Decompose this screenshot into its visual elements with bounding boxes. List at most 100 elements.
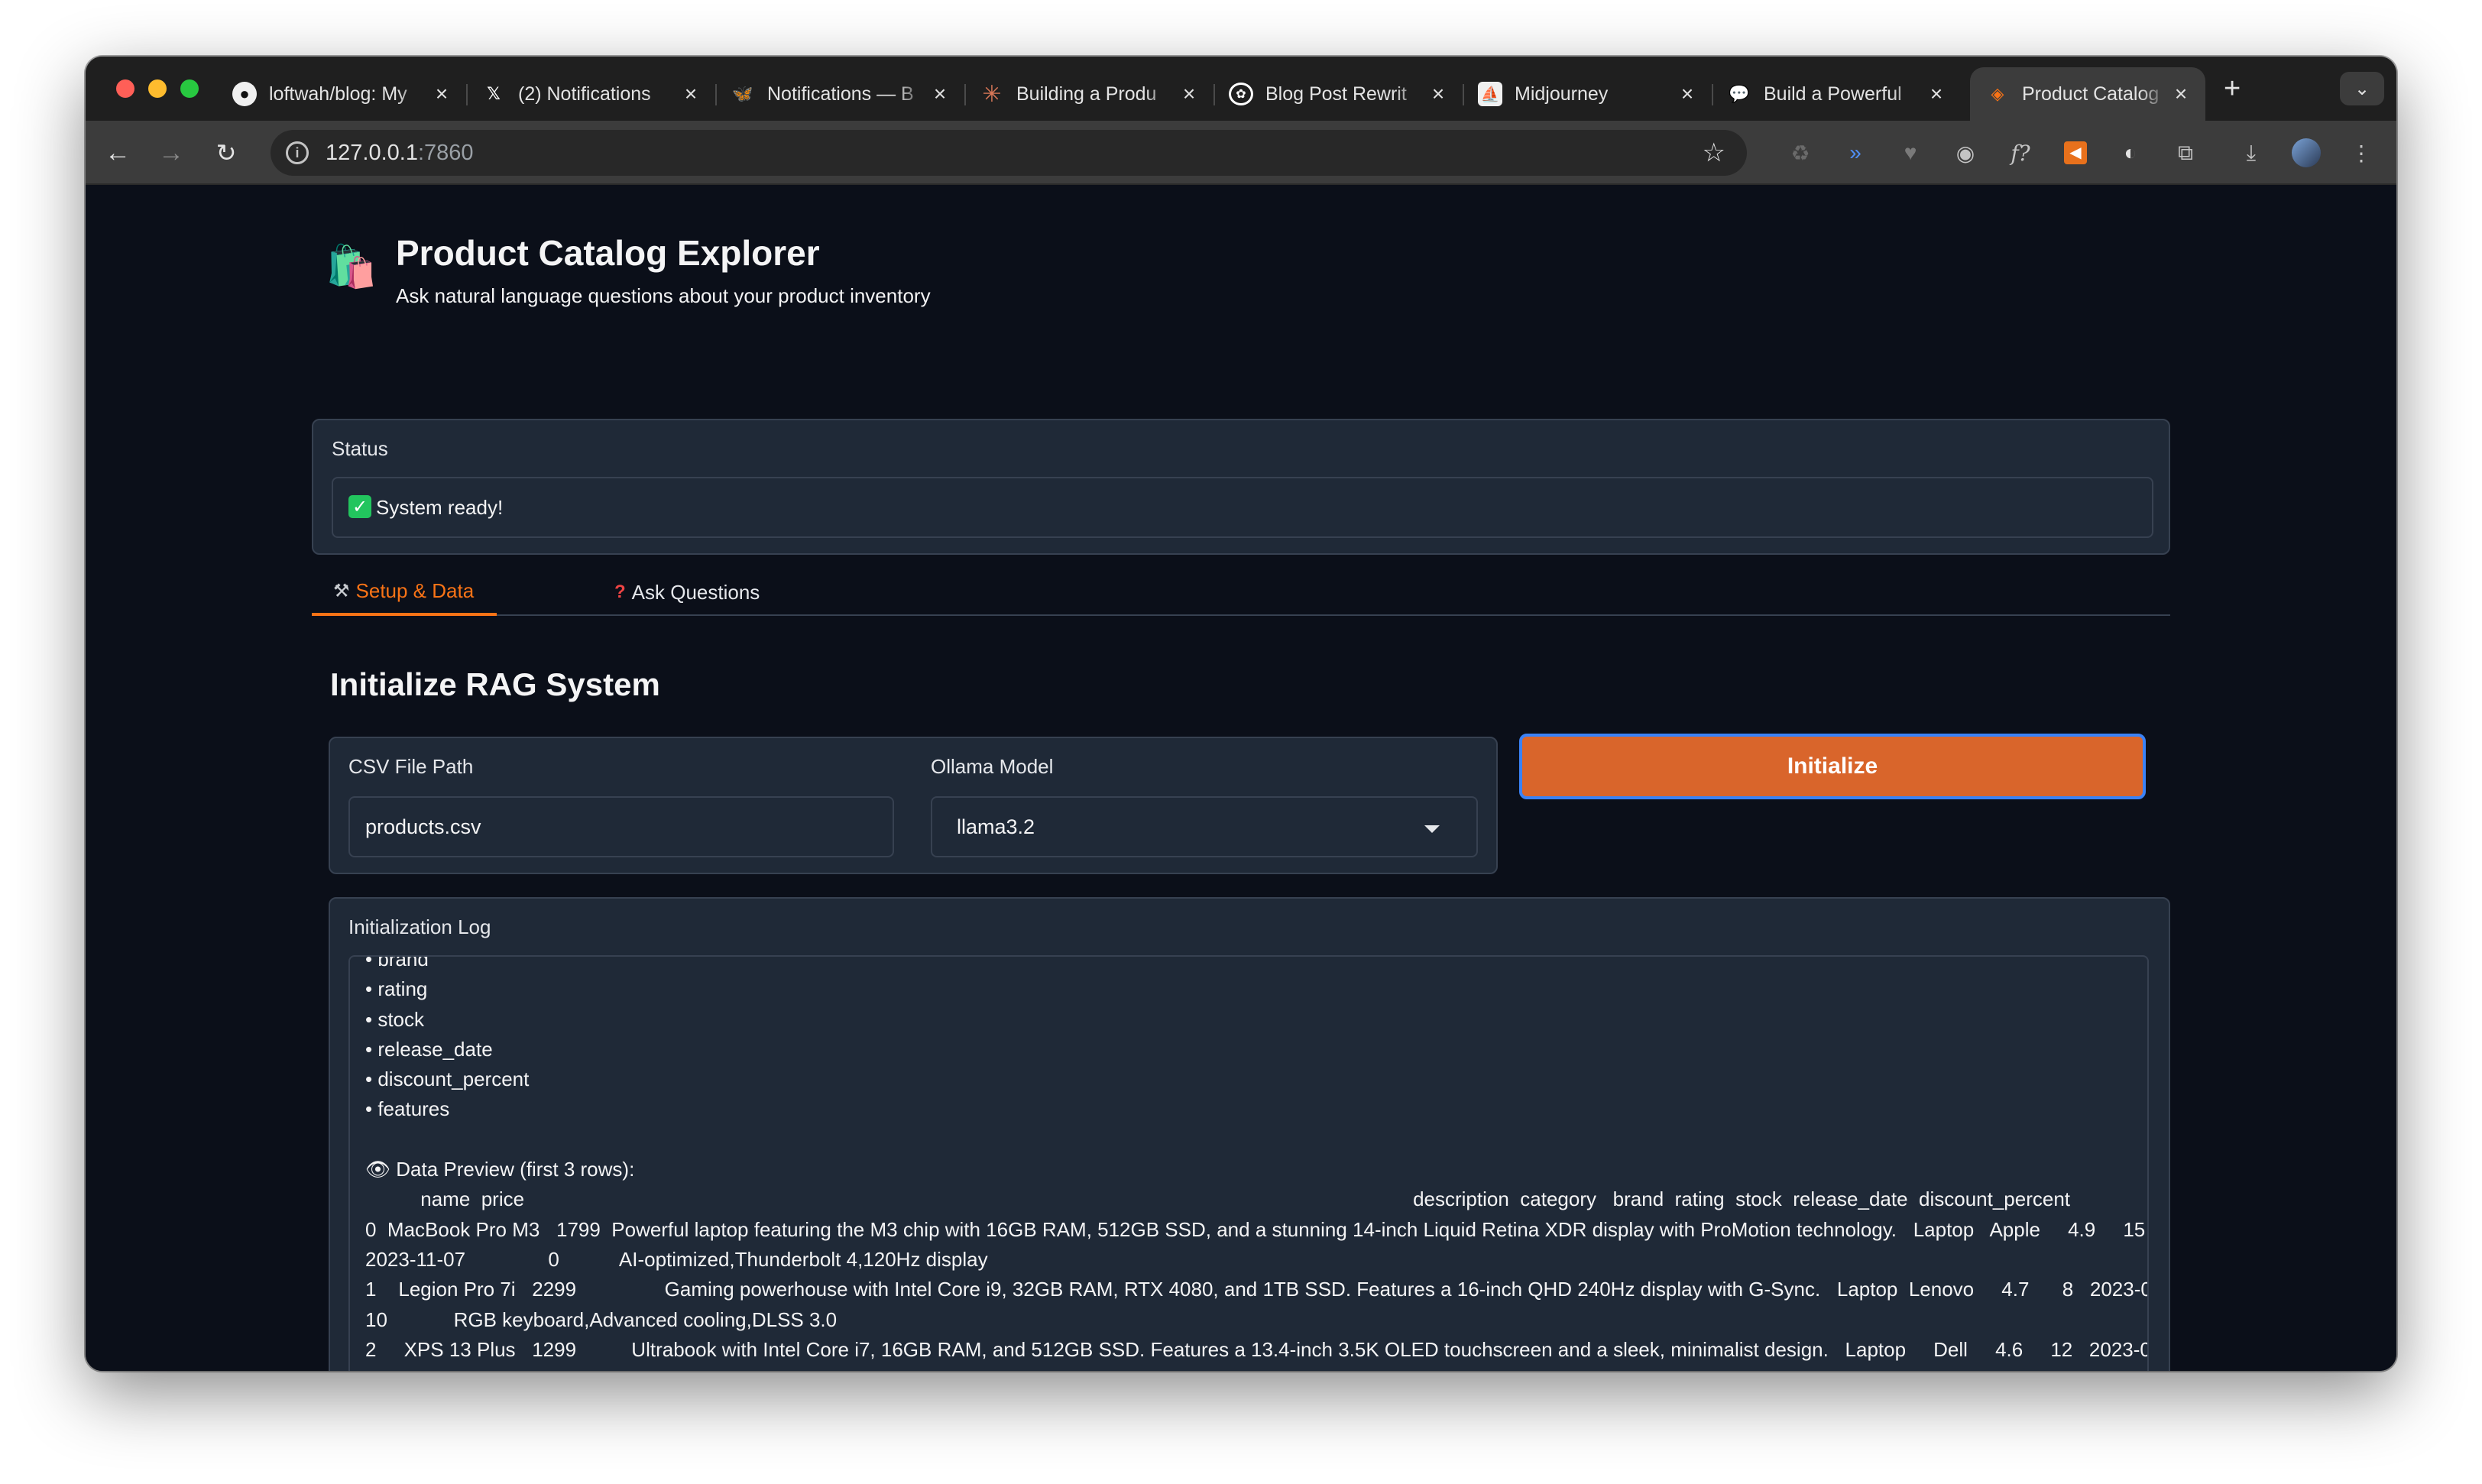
- section-title: Initialize RAG System: [330, 666, 660, 702]
- browser-tab-product-catalog[interactable]: ◈ Product Catalog ×: [1970, 67, 2205, 121]
- close-tab-icon[interactable]: ×: [1177, 82, 1201, 106]
- back-arrow-icon[interactable]: ←: [99, 134, 136, 171]
- check-mark-icon: ✓: [348, 495, 371, 518]
- recycle-extension-icon[interactable]: ♻: [1784, 136, 1817, 170]
- browser-tab-build[interactable]: 💬 Build a Powerful ×: [1712, 67, 1961, 121]
- heart-extension-icon[interactable]: ♥: [1894, 136, 1927, 170]
- shopping-bags-icon: 🛍️: [326, 244, 377, 290]
- bluesky-icon: 🦋: [732, 84, 753, 103]
- forward-arrow-icon[interactable]: →: [153, 134, 190, 171]
- tab-label: Setup & Data: [355, 578, 475, 602]
- close-tab-icon[interactable]: ×: [429, 82, 454, 106]
- page-subtitle: Ask natural language questions about you…: [396, 284, 931, 307]
- model-selected-value: llama3.2: [957, 815, 1035, 838]
- log-line: 0 MacBook Pro M3 1799 Powerful laptop fe…: [365, 1217, 2146, 1241]
- log-label: Initialization Log: [348, 915, 491, 938]
- midjourney-icon: ⛵: [1478, 82, 1502, 106]
- audio-extension-icon[interactable]: »: [1839, 136, 1872, 170]
- close-window-button[interactable]: [116, 79, 134, 98]
- openai-icon: ✿: [1229, 83, 1253, 105]
- initialize-button[interactable]: Initialize: [1519, 734, 2146, 799]
- claude-icon: ✳: [982, 81, 1002, 107]
- csv-path-label: CSV File Path: [348, 755, 474, 778]
- log-line: 5 InfinityEdge display,ExpressCharge,Hap…: [365, 1365, 2135, 1371]
- tab-title: Product Catalog: [2022, 83, 2160, 105]
- reload-icon[interactable]: ↻: [208, 134, 245, 171]
- log-line: 👁 Data Preview (first 3 rows):: [365, 1158, 635, 1181]
- close-tab-icon[interactable]: ×: [1924, 82, 1949, 106]
- close-tab-icon[interactable]: ×: [928, 82, 952, 106]
- status-text: System ready!: [376, 496, 504, 519]
- page-title: Product Catalog Explorer: [396, 233, 820, 273]
- dropdown-caret-icon: [1424, 825, 1440, 833]
- log-content: • brand • rating • stock • release_date • di…: [365, 955, 2149, 1371]
- status-label: Status: [332, 437, 388, 460]
- page-content: 🛍️ Product Catalog Explorer Ask natural …: [86, 186, 2396, 1371]
- model-dropdown[interactable]: llama3.2: [931, 796, 1478, 857]
- gradio-icon: ◈: [1991, 84, 2004, 103]
- browser-tab-openai[interactable]: ✿ Blog Post Rewrit ×: [1213, 67, 1464, 121]
- browser-tab-midjourney[interactable]: ⛵ Midjourney ×: [1463, 67, 1713, 121]
- close-tab-icon[interactable]: ×: [1426, 82, 1450, 106]
- browser-window: ● loftwah/blog: My × 𝕏 (2) Notifications…: [86, 57, 2396, 1371]
- browser-toolbar: ← → ↻ i 127.0.0.1:7860 ☆ ♻ » ♥ ◉ f? ◀ ◐ …: [86, 121, 2396, 185]
- log-line: • release_date: [365, 1037, 493, 1061]
- browser-tab-x[interactable]: 𝕏 (2) Notifications ×: [466, 67, 717, 121]
- close-tab-icon[interactable]: ×: [1675, 82, 1699, 106]
- model-label: Ollama Model: [931, 755, 1054, 778]
- sound-extension-icon[interactable]: ◀: [2059, 136, 2092, 170]
- url-text: 127.0.0.1:7860: [326, 141, 474, 165]
- log-line: • features: [365, 1097, 450, 1121]
- log-line: • rating: [365, 977, 428, 1001]
- tab-ask-questions[interactable]: ? Ask Questions: [614, 569, 760, 616]
- x-icon: 𝕏: [487, 84, 501, 103]
- browser-tab-github[interactable]: ● loftwah/blog: My ×: [217, 67, 468, 121]
- config-form: CSV File Path products.csv Ollama Model …: [329, 737, 1498, 874]
- tab-title: Blog Post Rewrit: [1265, 83, 1407, 105]
- browser-tab-bluesky[interactable]: 🦋 Notifications — B ×: [715, 67, 966, 121]
- log-line: 1 Legion Pro 7i 2299 Gaming powerhouse w…: [365, 1278, 2149, 1301]
- maximize-window-button[interactable]: [180, 79, 199, 98]
- camera-extension-icon[interactable]: ◉: [1949, 136, 1982, 170]
- log-line: • brand: [365, 955, 429, 970]
- status-panel: Status ✓ System ready!: [312, 419, 2170, 555]
- function-extension-icon[interactable]: f?: [2004, 136, 2037, 170]
- new-tab-button[interactable]: +: [2224, 74, 2241, 103]
- site-info-icon[interactable]: i: [286, 141, 309, 164]
- log-line: 2 XPS 13 Plus 1299 Ultrabook with Intel …: [365, 1337, 2149, 1361]
- close-tab-icon[interactable]: ×: [679, 82, 703, 106]
- download-icon[interactable]: ⤓: [2234, 136, 2268, 170]
- tab-title: loftwah/blog: My: [269, 83, 407, 105]
- log-textarea[interactable]: • brand • rating • stock • release_date • di…: [348, 955, 2149, 1371]
- tab-title: Building a Produ: [1016, 83, 1157, 105]
- tab-title: Build a Powerful: [1764, 83, 1902, 105]
- extensions-puzzle-icon[interactable]: ⧉: [2169, 136, 2202, 170]
- question-mark-icon: ?: [614, 582, 626, 602]
- github-icon: ●: [232, 82, 257, 106]
- log-line: • discount_percent: [365, 1068, 530, 1091]
- csv-path-input[interactable]: products.csv: [348, 796, 894, 857]
- address-bar[interactable]: i 127.0.0.1:7860 ☆: [271, 130, 1747, 176]
- bookmark-star-icon[interactable]: ☆: [1703, 138, 1725, 168]
- status-textbox[interactable]: ✓ System ready!: [332, 477, 2153, 538]
- tab-strip: ● loftwah/blog: My × 𝕏 (2) Notifications…: [86, 57, 2396, 121]
- initialization-log-panel: Initialization Log • brand • rating • stoc…: [329, 897, 2170, 1371]
- tab-title: (2) Notifications: [518, 83, 651, 105]
- password-extension-icon[interactable]: ◐: [2114, 136, 2147, 170]
- chat-icon: 💬: [1729, 84, 1750, 103]
- log-line: • stock: [365, 1007, 425, 1031]
- minimize-window-button[interactable]: [148, 79, 167, 98]
- tab-setup-data[interactable]: ⚒ Setup & Data: [312, 569, 497, 616]
- log-line: name price description category brand ra…: [420, 1188, 2071, 1211]
- profile-avatar[interactable]: [2289, 136, 2323, 170]
- tab-title: Notifications — B: [767, 83, 914, 105]
- tab-search-button[interactable]: ⌄: [2340, 72, 2384, 105]
- close-tab-icon[interactable]: ×: [2169, 82, 2193, 106]
- tab-title: Midjourney: [1515, 83, 1609, 105]
- browser-menu-icon[interactable]: ⋮: [2344, 136, 2378, 170]
- tools-icon: ⚒: [333, 580, 350, 601]
- browser-tab-claude[interactable]: ✳ Building a Produ ×: [964, 67, 1215, 121]
- log-line: 2023-11-07 0 AI-optimized,Thunderbolt 4,…: [365, 1247, 988, 1271]
- page-tabs: ⚒ Setup & Data ? Ask Questions: [312, 569, 2170, 616]
